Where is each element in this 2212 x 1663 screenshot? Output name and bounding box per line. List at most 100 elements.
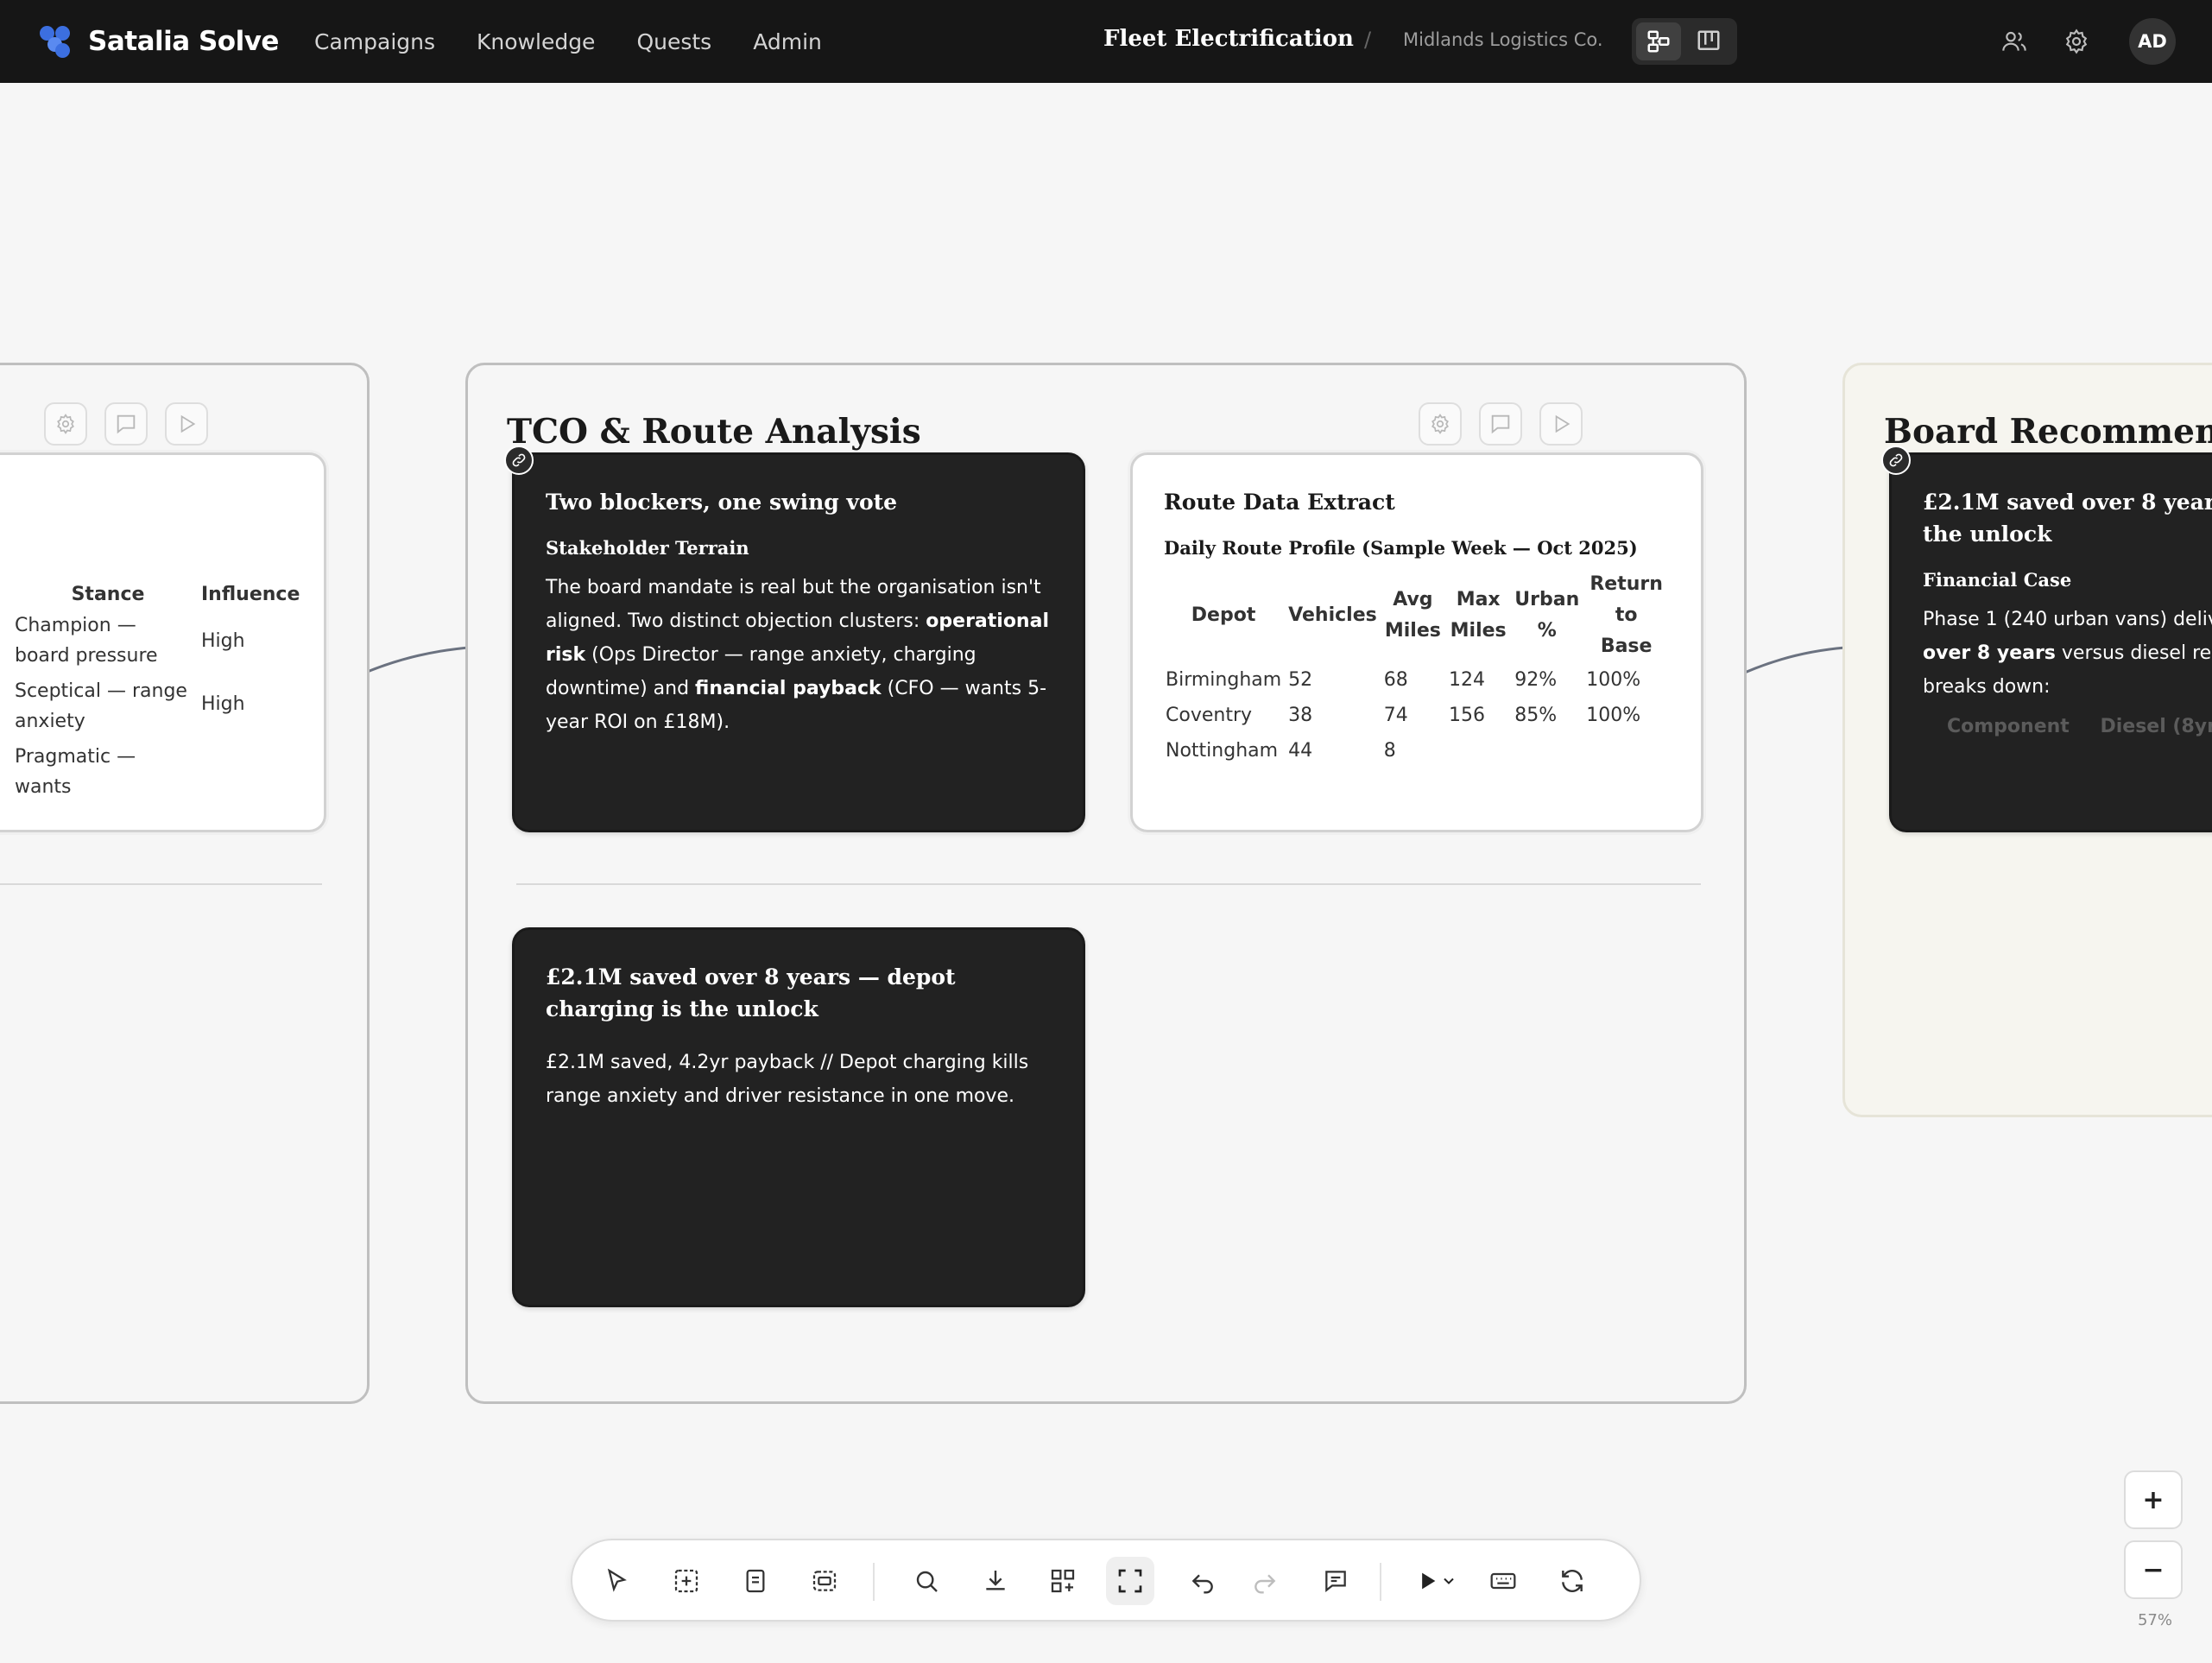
group-title[interactable]: Board Recommenda <box>1884 412 2212 452</box>
table-cell: 68 <box>1383 669 1408 691</box>
toolbar-divider <box>873 1563 875 1601</box>
zoom-out-button[interactable]: − <box>2124 1540 2183 1599</box>
table-row: Nottingham 44 8 <box>1162 733 1670 768</box>
link-icon[interactable] <box>1881 446 1911 475</box>
note-icon <box>746 1569 765 1593</box>
add-widget-button[interactable] <box>1039 1557 1087 1605</box>
tco-route-group[interactable]: TCO & Route Analysis Two blockers, one s… <box>465 363 1747 1404</box>
card-subtitle: Financial Case <box>1923 569 2072 591</box>
stakeholder-group[interactable]: Stance Influence Champion — board pressu… <box>0 363 370 1404</box>
card-title: Route Data Extract <box>1164 490 1395 515</box>
comment-button[interactable] <box>1311 1557 1360 1605</box>
search-button[interactable] <box>902 1557 951 1605</box>
table-cell <box>201 737 319 802</box>
card-title: £2.1M saved over 8 years — depot chargin… <box>546 964 956 1021</box>
table-cell: 92% <box>1514 669 1558 691</box>
table-header: Urban % <box>1514 589 1580 642</box>
kanban-view-icon <box>1697 30 1720 50</box>
add-note-button[interactable] <box>731 1557 780 1605</box>
group-title[interactable]: TCO & Route Analysis <box>507 412 921 452</box>
card-body: Phase 1 (240 urban vans) deliver over 8 y… <box>1923 609 2212 698</box>
table-row: Champion — board pressure High <box>15 610 319 671</box>
search-icon <box>916 1571 938 1592</box>
table-header-row: Component Diesel (8yr) E <box>1947 716 2212 737</box>
view-toggle <box>1632 18 1737 65</box>
table-cell: Pragmatic — wants <box>15 746 136 798</box>
users-button[interactable] <box>1997 24 2032 59</box>
play-icon <box>1555 414 1571 433</box>
route-data-card[interactable]: Route Data Extract Daily Route Profile (… <box>1130 452 1703 832</box>
download-button[interactable] <box>971 1557 1020 1605</box>
group-run-button[interactable] <box>165 402 208 446</box>
canvas-area[interactable]: Stance Influence Champion — board pressu… <box>0 83 2212 1663</box>
redo-button[interactable] <box>1241 1557 1289 1605</box>
blockers-card[interactable]: Two blockers, one swing vote Stakeholder… <box>512 452 1085 832</box>
table-row: Sceptical — range anxiety High <box>15 671 319 737</box>
table-cell: High <box>201 629 245 652</box>
nav-item-campaigns[interactable]: Campaigns <box>314 29 435 54</box>
table-cell <box>1445 733 1511 768</box>
zoom-level: 57% <box>2137 1611 2172 1629</box>
board-recommendation-group[interactable]: Board Recommenda £2.1M saved over 8 year… <box>1842 363 2212 1117</box>
brand-logo[interactable]: Satalia Solve <box>38 23 279 60</box>
financial-case-card[interactable]: £2.1M saved over 8 years — the unlock Fi… <box>1889 452 2212 832</box>
keyboard-icon <box>1490 1572 1516 1590</box>
brand-name: Satalia Solve <box>88 26 279 57</box>
group-divider <box>0 883 322 885</box>
table-header: Stance <box>71 584 145 605</box>
board-view-button[interactable] <box>1686 22 1731 60</box>
nav-item-admin[interactable]: Admin <box>753 29 822 54</box>
gear-icon <box>1431 414 1449 434</box>
nav-item-quests[interactable]: Quests <box>636 29 711 54</box>
select-tool-button[interactable] <box>593 1557 641 1605</box>
table-row: Birmingham 52 68 124 92% 100% <box>1162 662 1670 698</box>
table-cell: Nottingham <box>1166 740 1279 762</box>
link-icon[interactable] <box>504 446 534 475</box>
nav-item-knowledge[interactable]: Knowledge <box>477 29 595 54</box>
group-settings-button[interactable] <box>44 402 87 446</box>
add-frame-button[interactable] <box>662 1557 711 1605</box>
table-cell <box>1511 733 1583 768</box>
add-widget-icon <box>1051 1569 1075 1593</box>
keyboard-shortcuts-button[interactable] <box>1479 1557 1527 1605</box>
group-tools <box>44 402 208 446</box>
table-cell: Coventry <box>1166 705 1253 726</box>
table-cell: 44 <box>1288 740 1313 762</box>
group-select-button[interactable] <box>800 1557 849 1605</box>
table-cell: 156 <box>1449 705 1486 726</box>
play-options-button[interactable] <box>1436 1557 1462 1605</box>
savings-summary-card[interactable]: £2.1M saved over 8 years — depot chargin… <box>512 927 1085 1307</box>
undo-button[interactable] <box>1179 1557 1227 1605</box>
card-title: £2.1M saved over 8 years — the unlock <box>1923 490 2212 547</box>
group-comment-button[interactable] <box>104 402 148 446</box>
stakeholder-card[interactable]: Stance Influence Champion — board pressu… <box>0 452 326 832</box>
table-cell: 74 <box>1383 705 1408 726</box>
table-row: Coventry 38 74 156 85% 100% <box>1162 698 1670 733</box>
zoom-in-button[interactable]: + <box>2124 1470 2183 1529</box>
chevron-down-icon <box>1444 1578 1454 1584</box>
fit-view-button[interactable] <box>1106 1557 1154 1605</box>
satalia-logo-icon <box>38 24 73 59</box>
table-header: Influence <box>201 584 300 605</box>
gear-icon <box>57 414 74 434</box>
client-name[interactable]: Midlands Logistics Co. <box>1403 29 1603 50</box>
table-cell: Sceptical — range anxiety <box>15 680 187 732</box>
group-run-button[interactable] <box>1539 402 1583 446</box>
canvas-view-button[interactable] <box>1636 22 1681 60</box>
table-header: Component <box>1947 716 2070 737</box>
refresh-button[interactable] <box>1548 1557 1596 1605</box>
group-divider <box>516 883 1701 885</box>
table-cell: 8 <box>1383 740 1396 762</box>
settings-button[interactable] <box>2059 24 2094 59</box>
user-avatar[interactable]: AD <box>2129 18 2176 65</box>
table-cell: 38 <box>1288 705 1313 726</box>
card-subtitle: Stakeholder Terrain <box>546 537 749 559</box>
card-title: Two blockers, one swing vote <box>546 490 898 515</box>
table-cell: Champion — board pressure <box>15 615 158 667</box>
group-comment-button[interactable] <box>1479 402 1522 446</box>
table-cell: Birmingham <box>1166 669 1282 691</box>
group-settings-button[interactable] <box>1419 402 1462 446</box>
table-cell: 100% <box>1586 669 1641 691</box>
canvas-view-icon <box>1647 30 1670 53</box>
campaign-title[interactable]: Fleet Electrification <box>1103 26 1354 52</box>
